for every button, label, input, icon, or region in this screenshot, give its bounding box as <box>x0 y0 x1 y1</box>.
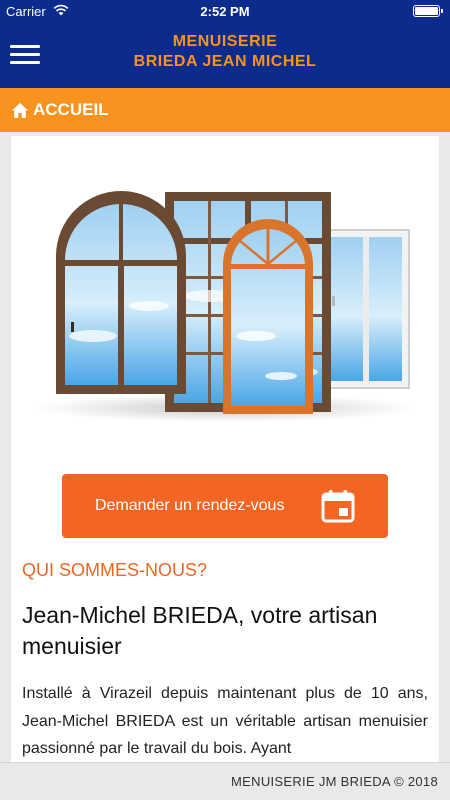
content-card: Demander un rendez-vous QUI SOMMES-NOUS?… <box>11 136 439 762</box>
footer: MENUISERIE JM BRIEDA © 2018 <box>0 762 450 800</box>
about-body-text: Installé à Virazeil depuis maintenant pl… <box>22 685 428 757</box>
calendar-icon <box>321 490 355 523</box>
brand-title: MENUISERIE BRIEDA JEAN MICHEL <box>0 32 450 72</box>
brand-line-2: BRIEDA JEAN MICHEL <box>133 53 317 70</box>
section-title: QUI SOMMES-NOUS? <box>22 560 208 580</box>
breadcrumb-bar: ACCUEIL <box>0 88 450 132</box>
arched-brown-window <box>56 191 186 394</box>
app-header: MENUISERIE BRIEDA JEAN MICHEL <box>0 22 450 88</box>
request-appointment-button[interactable]: Demander un rendez-vous <box>62 474 388 538</box>
battery-icon <box>413 5 443 17</box>
status-time: 2:52 PM <box>200 4 250 19</box>
request-appointment-label: Demander un rendez-vous <box>95 497 285 514</box>
breadcrumb-home[interactable]: ACCUEIL <box>11 100 109 120</box>
windows-hero-image <box>36 191 416 422</box>
brand-line-1: MENUISERIE <box>172 33 278 50</box>
breadcrumb-label: ACCUEIL <box>33 100 109 119</box>
white-window <box>322 229 410 389</box>
status-bar: Carrier 2:52 PM <box>0 0 450 22</box>
orange-arched-window <box>223 219 313 414</box>
footer-copyright: MENUISERIE JM BRIEDA © 2018 <box>231 774 438 789</box>
content-area[interactable]: Demander un rendez-vous QUI SOMMES-NOUS?… <box>0 132 450 762</box>
about-headline: Jean-Michel BRIEDA, votre artisan menuis… <box>22 602 378 659</box>
home-icon <box>12 102 28 118</box>
